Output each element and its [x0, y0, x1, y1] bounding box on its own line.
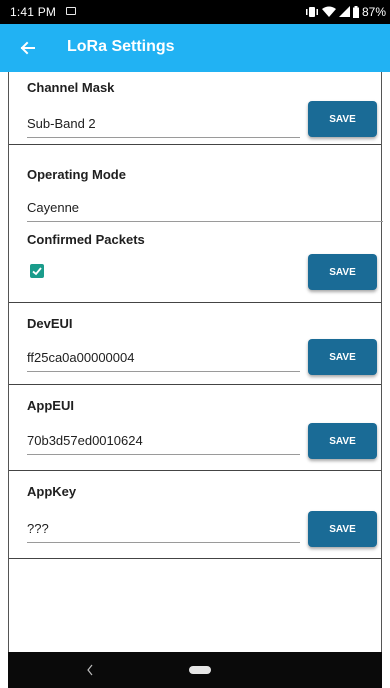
settings-list: Channel Mask Sub-Band 2 SAVE Operating M… [8, 72, 383, 652]
appeui-save-button[interactable]: SAVE [308, 423, 377, 459]
battery-icon [352, 6, 359, 18]
status-icons: 87% [305, 4, 386, 20]
appeui-input[interactable]: 70b3d57ed0010624 [27, 433, 300, 455]
nav-back-icon[interactable] [86, 664, 94, 676]
device-screen: 1:41 PM 87% LoRa Settings Channel Mask S… [0, 0, 390, 688]
deveui-save-button[interactable]: SAVE [308, 339, 377, 375]
deveui-section: DevEUI ff25ca0a00000004 SAVE [9, 303, 381, 385]
app-bar: LoRa Settings [0, 24, 390, 72]
check-icon [32, 267, 42, 276]
appkey-save-button[interactable]: SAVE [308, 511, 377, 547]
operating-mode-label: Operating Mode [27, 167, 126, 182]
signal-icon [338, 6, 350, 17]
channel-mask-section: Channel Mask Sub-Band 2 SAVE [9, 72, 381, 145]
confirmed-packets-save-button[interactable]: SAVE [308, 254, 377, 290]
deveui-input[interactable]: ff25ca0a00000004 [27, 350, 300, 372]
status-time: 1:41 PM [10, 5, 57, 19]
appeui-section: AppEUI 70b3d57ed0010624 SAVE [9, 385, 381, 471]
arrow-left-icon [20, 41, 35, 55]
wifi-icon [321, 6, 336, 17]
home-pill-icon[interactable] [189, 666, 211, 674]
channel-mask-label: Channel Mask [27, 80, 115, 95]
image-icon [66, 7, 76, 15]
confirmed-packets-checkbox[interactable] [30, 264, 44, 278]
battery-percent: 87% [361, 5, 386, 19]
status-bar: 1:41 PM 87% [0, 0, 390, 24]
vibrate-icon [305, 7, 318, 17]
operating-mode-section: Operating Mode Cayenne Confirmed Packets… [9, 145, 383, 303]
back-button[interactable] [14, 34, 42, 62]
appkey-section: AppKey ??? SAVE [9, 471, 381, 559]
navigation-bar [8, 652, 382, 688]
appkey-input[interactable]: ??? [27, 521, 300, 543]
page-title: LoRa Settings [67, 38, 175, 55]
confirmed-packets-label: Confirmed Packets [27, 232, 145, 247]
deveui-label: DevEUI [27, 316, 73, 331]
channel-mask-input[interactable]: Sub-Band 2 [27, 116, 300, 138]
channel-mask-save-button[interactable]: SAVE [308, 101, 377, 137]
operating-mode-select[interactable]: Cayenne [27, 200, 383, 222]
appeui-label: AppEUI [27, 398, 74, 413]
appkey-label: AppKey [27, 484, 77, 499]
